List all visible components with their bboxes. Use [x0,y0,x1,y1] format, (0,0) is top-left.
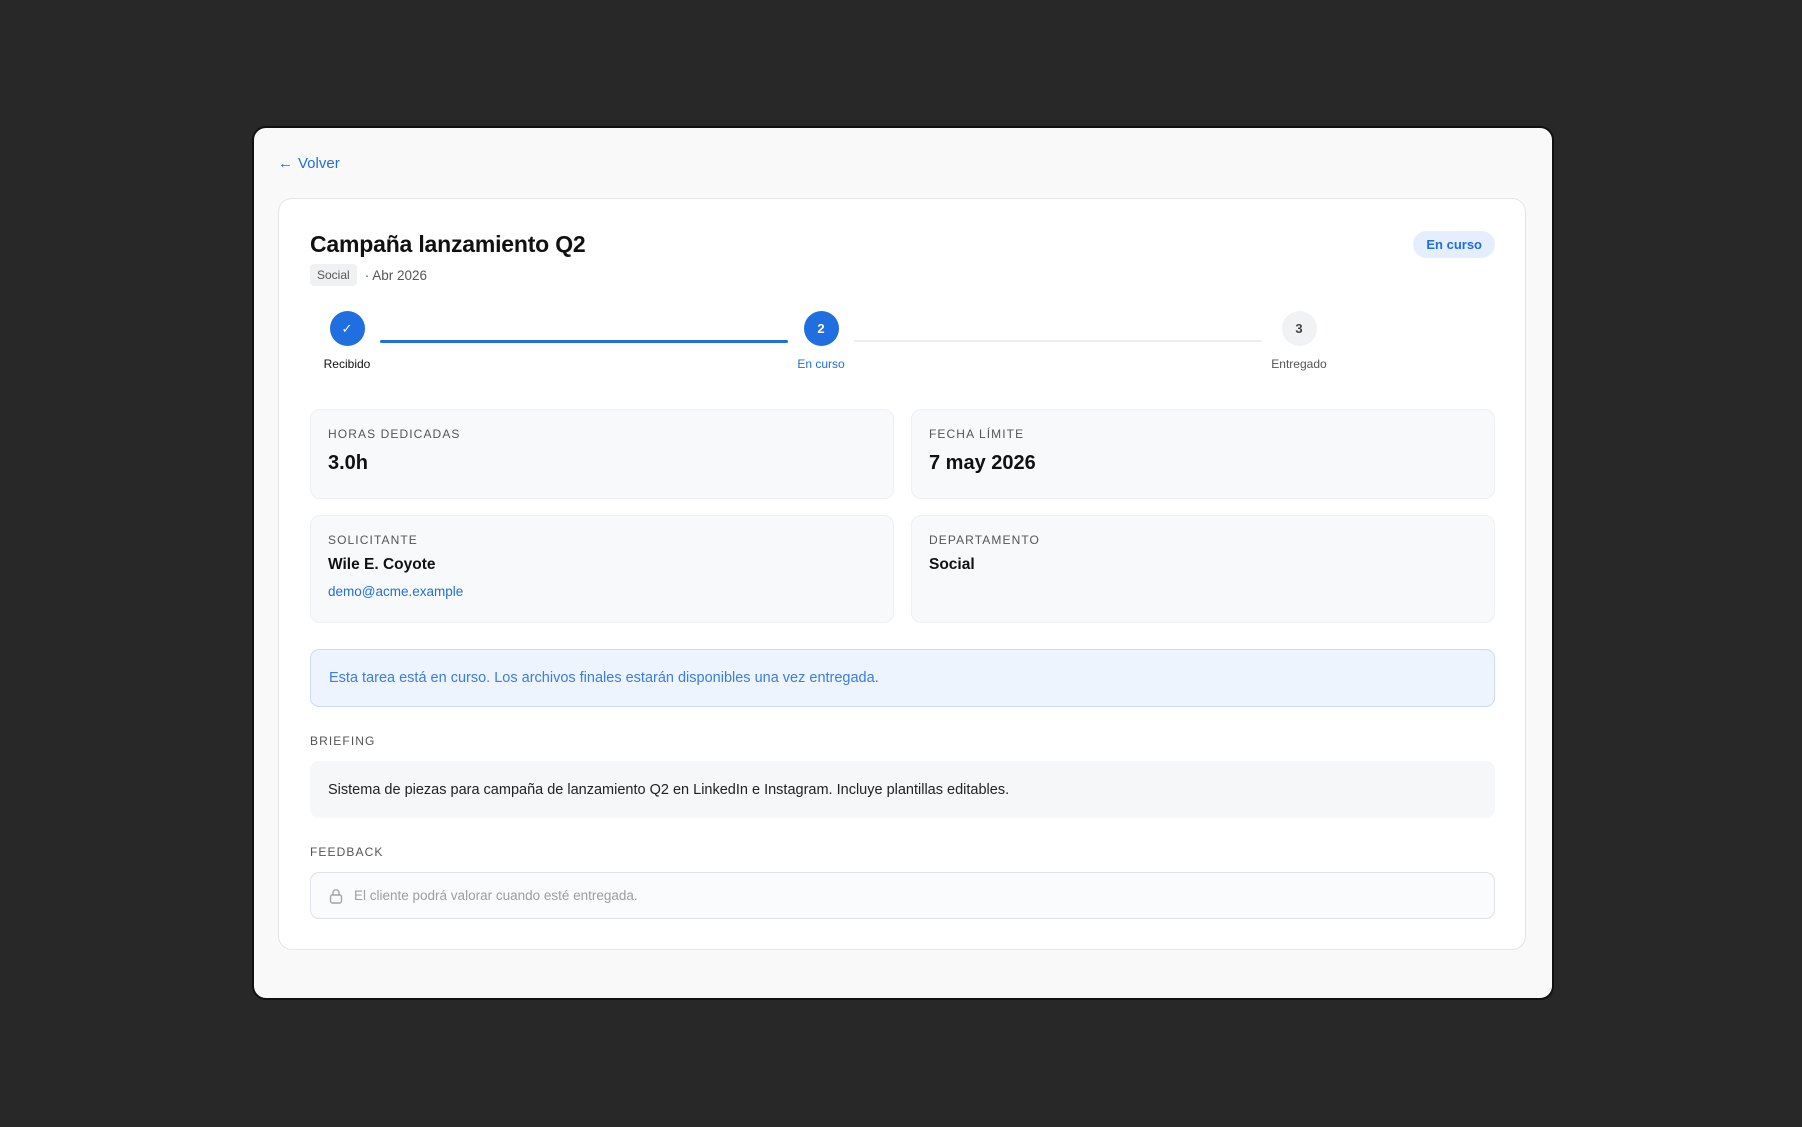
requester-name: Wile E. Coyote [328,556,436,573]
department-value: Social [929,556,975,573]
progress-stepper: ✓ Recibido 2 En curso 3 Entregado [310,311,1496,381]
stepper-connector-1 [380,340,788,343]
stepper-connector-2 [854,340,1262,342]
lock-icon [329,888,343,904]
briefing-label: BRIEFING [310,734,376,748]
step-number-3: 3 [1281,311,1317,346]
briefing-text: Sistema de piezas para campaña de lanzam… [310,761,1495,818]
requester-label: SOLICITANTE [328,533,418,547]
step-delivered: 3 Entregado [1254,311,1344,371]
step-label-in-progress: En curso [797,357,845,371]
back-link[interactable]: ← Volver [278,155,340,172]
deadline-value: 7 may 2026 [929,452,1036,474]
step-in-progress: 2 En curso [776,311,866,371]
task-detail-card: Campaña lanzamiento Q2 Social · Abr 2026… [278,198,1526,950]
department-label: DEPARTAMENTO [929,533,1040,547]
app-window: ← Volver Campaña lanzamiento Q2 Social ·… [252,126,1554,1000]
requester-box: SOLICITANTE Wile E. Coyote demo@acme.exa… [310,515,894,623]
task-date: · Abr 2026 [364,267,427,283]
arrow-left-icon: ← [278,155,293,172]
feedback-placeholder: El cliente podrá valorar cuando esté ent… [354,888,638,903]
department-tag: Social [310,264,357,286]
step-label-received: Recibido [323,357,371,371]
status-notice: Esta tarea está en curso. Los archivos f… [310,649,1495,707]
back-link-label: Volver [298,155,340,172]
status-badge: En curso [1413,231,1495,258]
step-number-2: 2 [803,311,839,346]
deadline-box: FECHA LÍMITE 7 may 2026 [911,409,1495,499]
department-box: DEPARTAMENTO Social [911,515,1495,623]
step-received: ✓ Recibido [302,311,392,371]
check-icon: ✓ [329,311,365,346]
hours-label: HORAS DEDICADAS [328,427,461,441]
feedback-field: El cliente podrá valorar cuando esté ent… [310,872,1495,919]
requester-email-link[interactable]: demo@acme.example [328,584,876,599]
step-label-delivered: Entregado [1271,357,1327,371]
deadline-label: FECHA LÍMITE [929,427,1025,441]
feedback-label: FEEDBACK [310,845,384,859]
task-title: Campaña lanzamiento Q2 [310,231,586,257]
task-meta: Social · Abr 2026 [310,264,427,286]
hours-box: HORAS DEDICADAS 3.0h [310,409,894,499]
hours-value: 3.0h [328,452,369,474]
